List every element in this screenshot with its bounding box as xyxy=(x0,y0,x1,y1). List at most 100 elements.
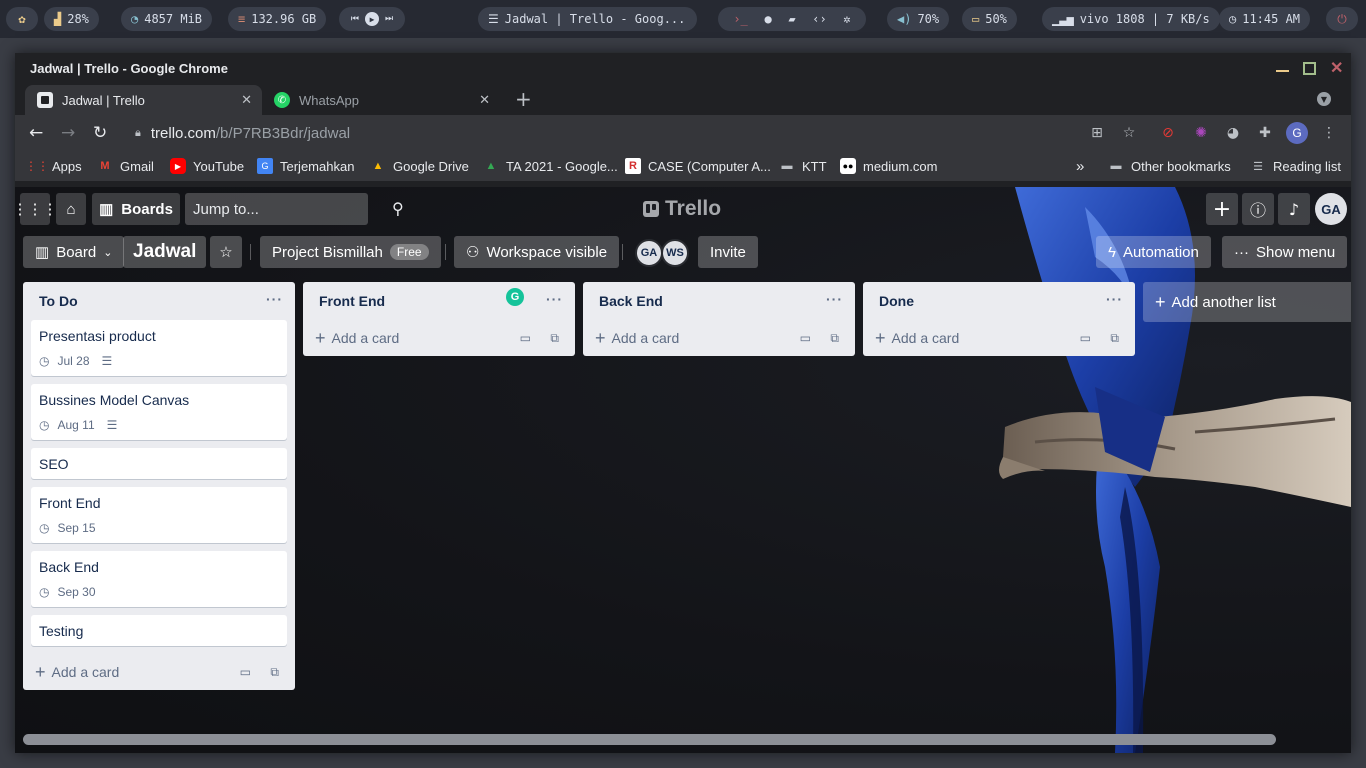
tab-whatsapp[interactable]: ✆ WhatsApp ✕ xyxy=(262,85,500,115)
visibility-button[interactable]: ⚇ Workspace visible xyxy=(454,236,620,268)
search-icon[interactable]: ⚲ xyxy=(392,199,404,219)
add-card-button[interactable]: + Add a card ▭ ⧉ xyxy=(303,320,575,356)
globe-icon[interactable]: ● xyxy=(764,12,771,26)
extension-block-icon[interactable]: ⊘ xyxy=(1159,124,1177,142)
board-title[interactable]: Jadwal xyxy=(123,236,207,268)
bookmark-case[interactable]: R CASE (Computer A... xyxy=(625,158,771,174)
card-template-icon[interactable]: ⧉ xyxy=(270,665,279,680)
translate-icon[interactable]: ⊞ xyxy=(1088,124,1106,142)
add-card-button[interactable]: + Add a card ▭ ⧉ xyxy=(583,320,855,356)
app-switcher-icon[interactable]: ⋮⋮⋮ xyxy=(15,193,58,225)
maximize-icon[interactable] xyxy=(1303,61,1316,75)
grammarly-icon[interactable]: G xyxy=(506,288,524,306)
bookmark-apps[interactable]: ⋮⋮ Apps xyxy=(25,158,82,174)
tab-search-icon[interactable]: ▼ xyxy=(1317,92,1331,106)
add-card-button[interactable]: + Add a card ▭ ⧉ xyxy=(863,320,1135,356)
folder-icon[interactable]: ▰ xyxy=(788,12,795,26)
due-date[interactable]: Jul 28 xyxy=(57,354,89,368)
card-template-icon[interactable]: ⧉ xyxy=(1110,331,1119,346)
card[interactable]: SEO xyxy=(31,448,287,479)
create-icon[interactable]: + xyxy=(1206,193,1238,225)
record-video-icon[interactable]: ▭ xyxy=(240,665,251,679)
back-icon[interactable]: ← xyxy=(29,123,43,143)
minimize-icon[interactable] xyxy=(1276,64,1289,72)
more-menu-icon[interactable]: ⋮ xyxy=(1320,124,1338,142)
card-template-icon[interactable]: ⧉ xyxy=(550,331,559,346)
bookmark-star-icon[interactable]: ☆ xyxy=(1120,124,1138,142)
network-widget[interactable]: ▁▃▅ vivo 1808 | 7 KB/s xyxy=(1042,7,1220,31)
active-window-widget[interactable]: ☰ Jadwal | Trello - Goog... xyxy=(478,7,697,31)
list-actions-icon[interactable]: ··· xyxy=(1106,292,1123,306)
reload-icon[interactable]: ↻ xyxy=(93,123,107,143)
add-list-button[interactable]: + Add another list xyxy=(1143,282,1351,322)
star-board-button[interactable]: ☆ xyxy=(210,236,242,268)
horizontal-scrollbar[interactable] xyxy=(23,732,1343,746)
due-date[interactable]: Sep 30 xyxy=(57,585,95,599)
card-template-icon[interactable]: ⧉ xyxy=(830,331,839,346)
card[interactable]: Bussines Model Canvas ◷ Aug 11 ☰ xyxy=(31,384,287,440)
address-bar[interactable]: 🔒︎ trello.com/b/P7RB3Bdr/jadwal xyxy=(133,119,1183,147)
close-tab-icon[interactable]: ✕ xyxy=(479,92,490,108)
list-actions-icon[interactable]: ··· xyxy=(266,292,283,306)
next-track-icon[interactable]: ⏭ xyxy=(385,14,393,24)
power-icon[interactable]: ⏻ xyxy=(1326,7,1358,31)
record-video-icon[interactable]: ▭ xyxy=(520,331,531,345)
extensions-puzzle-icon[interactable]: ✚ xyxy=(1256,124,1274,142)
search-input[interactable] xyxy=(193,200,392,218)
code-icon[interactable]: ‹› xyxy=(812,12,826,26)
board-view-switcher[interactable]: ▥ Board ⌄ xyxy=(23,236,125,268)
bookmark-google-drive[interactable]: ▲ Google Drive xyxy=(370,158,469,174)
list-title[interactable]: Back End xyxy=(599,293,663,309)
lock-icon[interactable]: 🔒︎ xyxy=(135,127,141,140)
invite-button[interactable]: Invite xyxy=(698,236,758,268)
reading-list[interactable]: ☰ Reading list xyxy=(1250,158,1341,174)
list-title[interactable]: To Do xyxy=(39,293,78,309)
bookmark-medium[interactable]: ●● medium.com xyxy=(840,158,937,174)
more-bookmarks-icon[interactable]: » xyxy=(1076,158,1084,175)
bookmark-youtube[interactable]: ▶ YouTube xyxy=(170,158,244,174)
due-date[interactable]: Sep 15 xyxy=(57,521,95,535)
list-header[interactable]: To Do ··· xyxy=(23,282,295,320)
list-actions-icon[interactable]: ··· xyxy=(546,292,563,306)
info-icon[interactable]: ⓘ xyxy=(1242,193,1274,225)
due-date[interactable]: Aug 11 xyxy=(57,418,94,432)
bookmark-ktt[interactable]: ▬ KTT xyxy=(779,158,827,174)
previous-track-icon[interactable]: ⏮ xyxy=(351,14,359,24)
settings-icon[interactable]: ✲ xyxy=(843,12,850,26)
record-video-icon[interactable]: ▭ xyxy=(1080,331,1091,345)
volume-widget[interactable]: ◀) 70% xyxy=(887,7,950,31)
list-actions-icon[interactable]: ··· xyxy=(826,292,843,306)
search-box[interactable]: ⚲ xyxy=(185,193,404,225)
close-tab-icon[interactable]: ✕ xyxy=(241,92,252,108)
bookmark-terjemahkan[interactable]: G Terjemahkan xyxy=(257,158,354,174)
launcher-icon[interactable]: ✿ xyxy=(6,7,38,31)
trello-logo[interactable]: Trello xyxy=(643,197,721,221)
terminal-icon[interactable]: ›_ xyxy=(733,12,747,26)
add-card-button[interactable]: + Add a card ▭ ⧉ xyxy=(23,654,295,690)
notifications-bell-icon[interactable]: ♪ xyxy=(1278,193,1310,225)
card[interactable]: Testing xyxy=(31,615,287,646)
profile-avatar[interactable]: G xyxy=(1286,122,1308,144)
extension-color-icon[interactable]: ✺ xyxy=(1192,124,1210,142)
card[interactable]: Front End ◷ Sep 15 xyxy=(31,487,287,543)
card[interactable]: Back End ◷ Sep 30 xyxy=(31,551,287,607)
record-video-icon[interactable]: ▭ xyxy=(800,331,811,345)
close-window-icon[interactable]: ✕ xyxy=(1330,60,1343,76)
show-menu-button[interactable]: ··· Show menu xyxy=(1222,236,1348,268)
new-tab-icon[interactable]: + xyxy=(515,89,532,109)
workspace-button[interactable]: Project Bismillah Free xyxy=(260,236,441,268)
list-title[interactable]: Done xyxy=(879,293,914,309)
bookmark-gmail[interactable]: M Gmail xyxy=(97,158,154,174)
member-avatar[interactable]: WS xyxy=(661,239,689,267)
list-header[interactable]: Done ··· xyxy=(863,282,1135,320)
member-avatar[interactable]: GA xyxy=(635,239,663,267)
boards-button[interactable]: ▥ Boards xyxy=(92,193,180,225)
bookmark-other[interactable]: ▬ Other bookmarks xyxy=(1108,158,1231,174)
bookmark-ta-2021[interactable]: ▲ TA 2021 - Google... xyxy=(483,158,618,174)
list-header[interactable]: Back End ··· xyxy=(583,282,855,320)
card[interactable]: Presentasi product ◷ Jul 28 ☰ xyxy=(31,320,287,376)
scrollbar-thumb[interactable] xyxy=(23,734,1276,745)
forward-icon[interactable]: → xyxy=(61,123,75,143)
extension-shell-icon[interactable]: ◕ xyxy=(1224,124,1242,142)
list-title[interactable]: Front End xyxy=(319,293,385,309)
